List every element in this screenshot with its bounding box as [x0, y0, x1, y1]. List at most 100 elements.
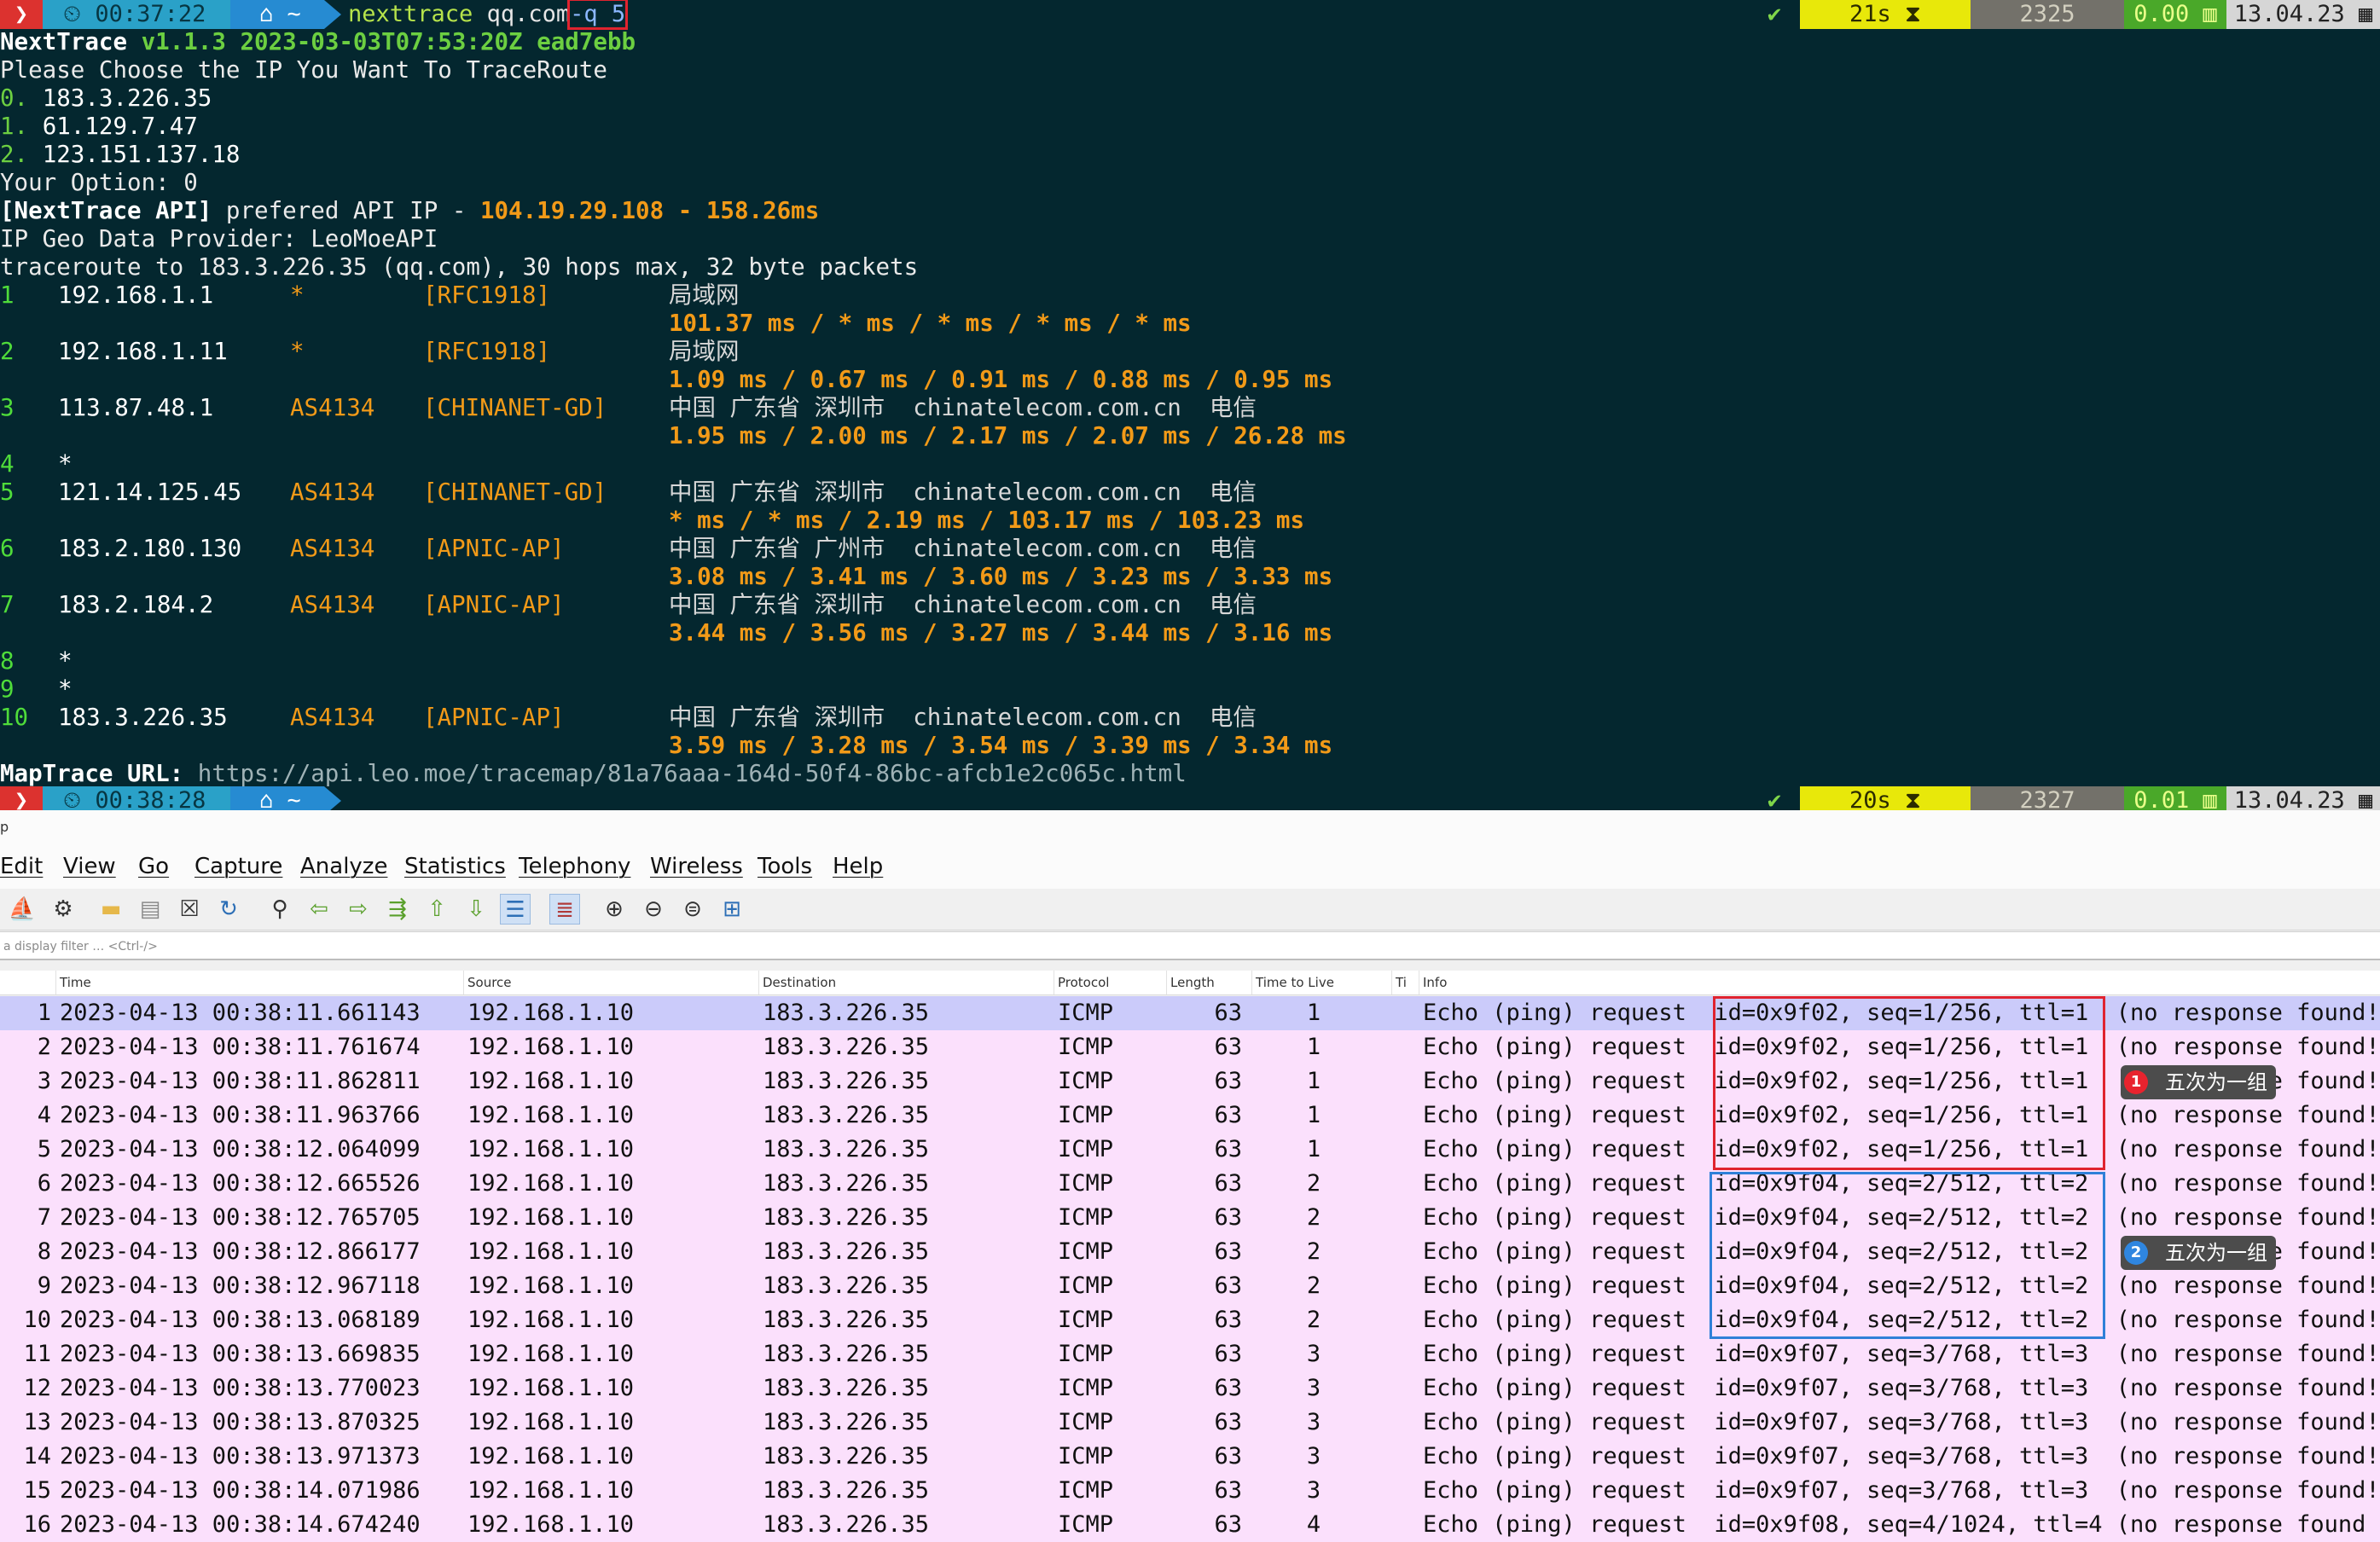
packet-info: Echo (ping) request id=0x9f02, seq=1/256…: [1423, 1136, 2380, 1162]
command-line[interactable]: nexttrace qq.com-q 5: [348, 0, 629, 30]
packet-row[interactable]: 5 2023-04-13 00:38:12.064099 192.168.1.10 1…: [0, 1133, 2380, 1167]
packet-row[interactable]: 12 2023-04-13 00:38:13.770023 192.168.1.10…: [0, 1371, 2380, 1406]
shark-fin-start-icon[interactable]: ⛵: [7, 894, 38, 925]
go-forward-icon[interactable]: ⇨: [343, 894, 374, 925]
packet-row[interactable]: 15 2023-04-13 00:38:14.071986 192.168.1.10…: [0, 1474, 2380, 1508]
menu-edit[interactable]: Edit: [0, 844, 43, 889]
hop-asn: AS4134: [290, 478, 375, 506]
packet-time: 2023-04-13 00:38:13.068189: [60, 1307, 421, 1333]
commit-hash: ead7ebb: [537, 28, 636, 55]
capture-options-icon[interactable]: ⚙: [48, 894, 78, 925]
packet-row[interactable]: 7 2023-04-13 00:38:12.765705 192.168.1.10 1…: [0, 1201, 2380, 1235]
zoom-in-icon[interactable]: ⊕: [599, 894, 630, 925]
packet-row[interactable]: 10 2023-04-13 00:38:13.068189 192.168.1.10…: [0, 1303, 2380, 1337]
packet-row[interactable]: 16 2023-04-13 00:38:14.674240 192.168.1.10…: [0, 1508, 2380, 1542]
packet-length: 63: [1214, 1511, 1242, 1538]
packet-row[interactable]: 14 2023-04-13 00:38:13.971373 192.168.1.10…: [0, 1440, 2380, 1474]
col-header-length[interactable]: Length: [1167, 971, 1252, 994]
menu-wireless[interactable]: Wireless: [650, 844, 743, 889]
ip-option-address: 61.129.7.47: [42, 113, 198, 140]
col-header-no[interactable]: [0, 971, 56, 994]
packet-row[interactable]: 1 2023-04-13 00:38:11.661143 192.168.1.10 1…: [0, 996, 2380, 1030]
normal-size-icon[interactable]: ⊜: [677, 894, 708, 925]
menu-telephony[interactable]: Telephony: [519, 844, 630, 889]
packet-destination: 183.3.226.35: [763, 1102, 930, 1128]
packet-info: Echo (ping) request id=0x9f08, seq=4/102…: [1423, 1511, 2366, 1538]
colorize-icon[interactable]: ≣: [549, 894, 580, 925]
packet-time: 2023-04-13 00:38:14.071986: [60, 1477, 421, 1504]
exec-duration: 20s ⧗: [1800, 786, 1971, 810]
packet-destination: 183.3.226.35: [763, 1307, 930, 1333]
success-check-icon: ✔: [1749, 0, 1800, 29]
find-packet-icon[interactable]: ⚲: [264, 894, 295, 925]
go-to-packet-icon[interactable]: ⇶: [382, 894, 413, 925]
col-header-protocol[interactable]: Protocol: [1054, 971, 1167, 994]
resize-columns-icon[interactable]: ⊞: [717, 894, 747, 925]
packet-protocol: ICMP: [1058, 1272, 1114, 1299]
menu-capture[interactable]: Capture: [194, 844, 282, 889]
col-header-time[interactable]: Time: [56, 971, 464, 994]
go-back-icon[interactable]: ⇦: [304, 894, 334, 925]
packet-list[interactable]: 1 2023-04-13 00:38:11.661143 192.168.1.10 1…: [0, 996, 2380, 1542]
hop-ip: 192.168.1.1: [58, 281, 214, 309]
close-file-icon[interactable]: ☒: [174, 894, 205, 925]
hop-rtt: 1.09 ms / 0.67 ms / 0.91 ms / 0.88 ms / …: [669, 366, 1333, 393]
save-file-icon[interactable]: ▤: [135, 894, 165, 925]
menu-bar: Edit View Go Capture Analyze Statistics Teleph…: [0, 844, 2380, 889]
packet-info: Echo (ping) request id=0x9f04, seq=2/512…: [1423, 1307, 2380, 1333]
ip-option-index: 0.: [0, 84, 29, 112]
clock-icon: ⏲: [63, 787, 82, 810]
col-header-ttl[interactable]: Time to Live: [1252, 971, 1392, 994]
packet-source: 192.168.1.10: [467, 1034, 635, 1060]
home-icon: ⌂: [259, 787, 274, 810]
col-header-ti[interactable]: Ti: [1392, 971, 1419, 994]
packet-info: Echo (ping) request id=0x9f07, seq=3/768…: [1423, 1341, 2380, 1367]
packet-time: 2023-04-13 00:38:12.665526: [60, 1170, 421, 1197]
packet-row[interactable]: 13 2023-04-13 00:38:13.870325 192.168.1.10…: [0, 1406, 2380, 1440]
menu-statistics[interactable]: Statistics: [404, 844, 506, 889]
packet-source: 192.168.1.10: [467, 1272, 635, 1299]
api-latency: 158.26ms: [705, 197, 820, 224]
app-name: NextTrace: [0, 28, 128, 55]
hop-geo: 中国 广东省 深圳市 chinatelecom.com.cn 电信: [669, 591, 1257, 618]
terminal-window[interactable]: ❯ ⏲ 00:37:22 ⌂ ~ nexttrace qq.com-q 5 ✔ …: [0, 0, 2380, 810]
maptrace-url[interactable]: https://api.leo.moe/tracemap/81a76aaa-16…: [198, 760, 1187, 787]
col-header-destination[interactable]: Destination: [759, 971, 1054, 994]
prompt-path: ⌂ ~: [230, 0, 324, 29]
packet-row[interactable]: 11 2023-04-13 00:38:13.669835 192.168.1.10…: [0, 1337, 2380, 1371]
menu-help[interactable]: Help: [833, 844, 883, 889]
go-last-icon[interactable]: ⇩: [461, 894, 491, 925]
menu-view[interactable]: View: [63, 844, 116, 889]
autoscroll-icon[interactable]: ☰: [500, 894, 531, 925]
go-first-icon[interactable]: ⇧: [421, 894, 452, 925]
menu-analyze[interactable]: Analyze: [300, 844, 387, 889]
hop-geo: 中国 广东省 广州市 chinatelecom.com.cn 电信: [669, 535, 1257, 562]
reload-icon[interactable]: ↻: [213, 894, 244, 925]
hop-rtt: * ms / * ms / 2.19 ms / 103.17 ms / 103.…: [669, 507, 1305, 534]
command-arg: qq.com: [486, 1, 571, 27]
hop-number: 9: [0, 675, 15, 703]
zoom-out-icon[interactable]: ⊖: [638, 894, 669, 925]
callout-number-badge: 2: [2124, 1241, 2148, 1265]
packet-row[interactable]: 8 2023-04-13 00:38:12.866177 192.168.1.10 1…: [0, 1235, 2380, 1269]
col-header-source[interactable]: Source: [464, 971, 759, 994]
open-file-icon[interactable]: ▬: [96, 894, 126, 925]
packet-source: 192.168.1.10: [467, 1375, 635, 1401]
packet-protocol: ICMP: [1058, 1170, 1114, 1197]
packet-row[interactable]: 9 2023-04-13 00:38:12.967118 192.168.1.10 1…: [0, 1269, 2380, 1303]
packet-row[interactable]: 2 2023-04-13 00:38:11.761674 192.168.1.10 1…: [0, 1030, 2380, 1064]
menu-tools[interactable]: Tools: [758, 844, 812, 889]
display-filter-input[interactable]: a display filter … <Ctrl-/>: [0, 931, 2380, 960]
packet-row[interactable]: 4 2023-04-13 00:38:11.963766 192.168.1.10 1…: [0, 1099, 2380, 1133]
packet-row[interactable]: 6 2023-04-13 00:38:12.665526 192.168.1.10 1…: [0, 1167, 2380, 1201]
hop-ip: 183.2.180.130: [58, 535, 242, 562]
maptrace-label: MapTrace URL:: [0, 760, 184, 787]
col-header-info[interactable]: Info: [1419, 971, 2380, 994]
hop-asn: *: [290, 338, 305, 365]
packet-row[interactable]: 3 2023-04-13 00:38:11.862811 192.168.1.10 1…: [0, 1064, 2380, 1099]
menu-go[interactable]: Go: [138, 844, 169, 889]
packet-time: 2023-04-13 00:38:11.963766: [60, 1102, 421, 1128]
hop-asn: AS4134: [290, 535, 375, 562]
packet-ttl: 4: [1306, 1511, 1321, 1538]
packet-source: 192.168.1.10: [467, 1307, 635, 1333]
